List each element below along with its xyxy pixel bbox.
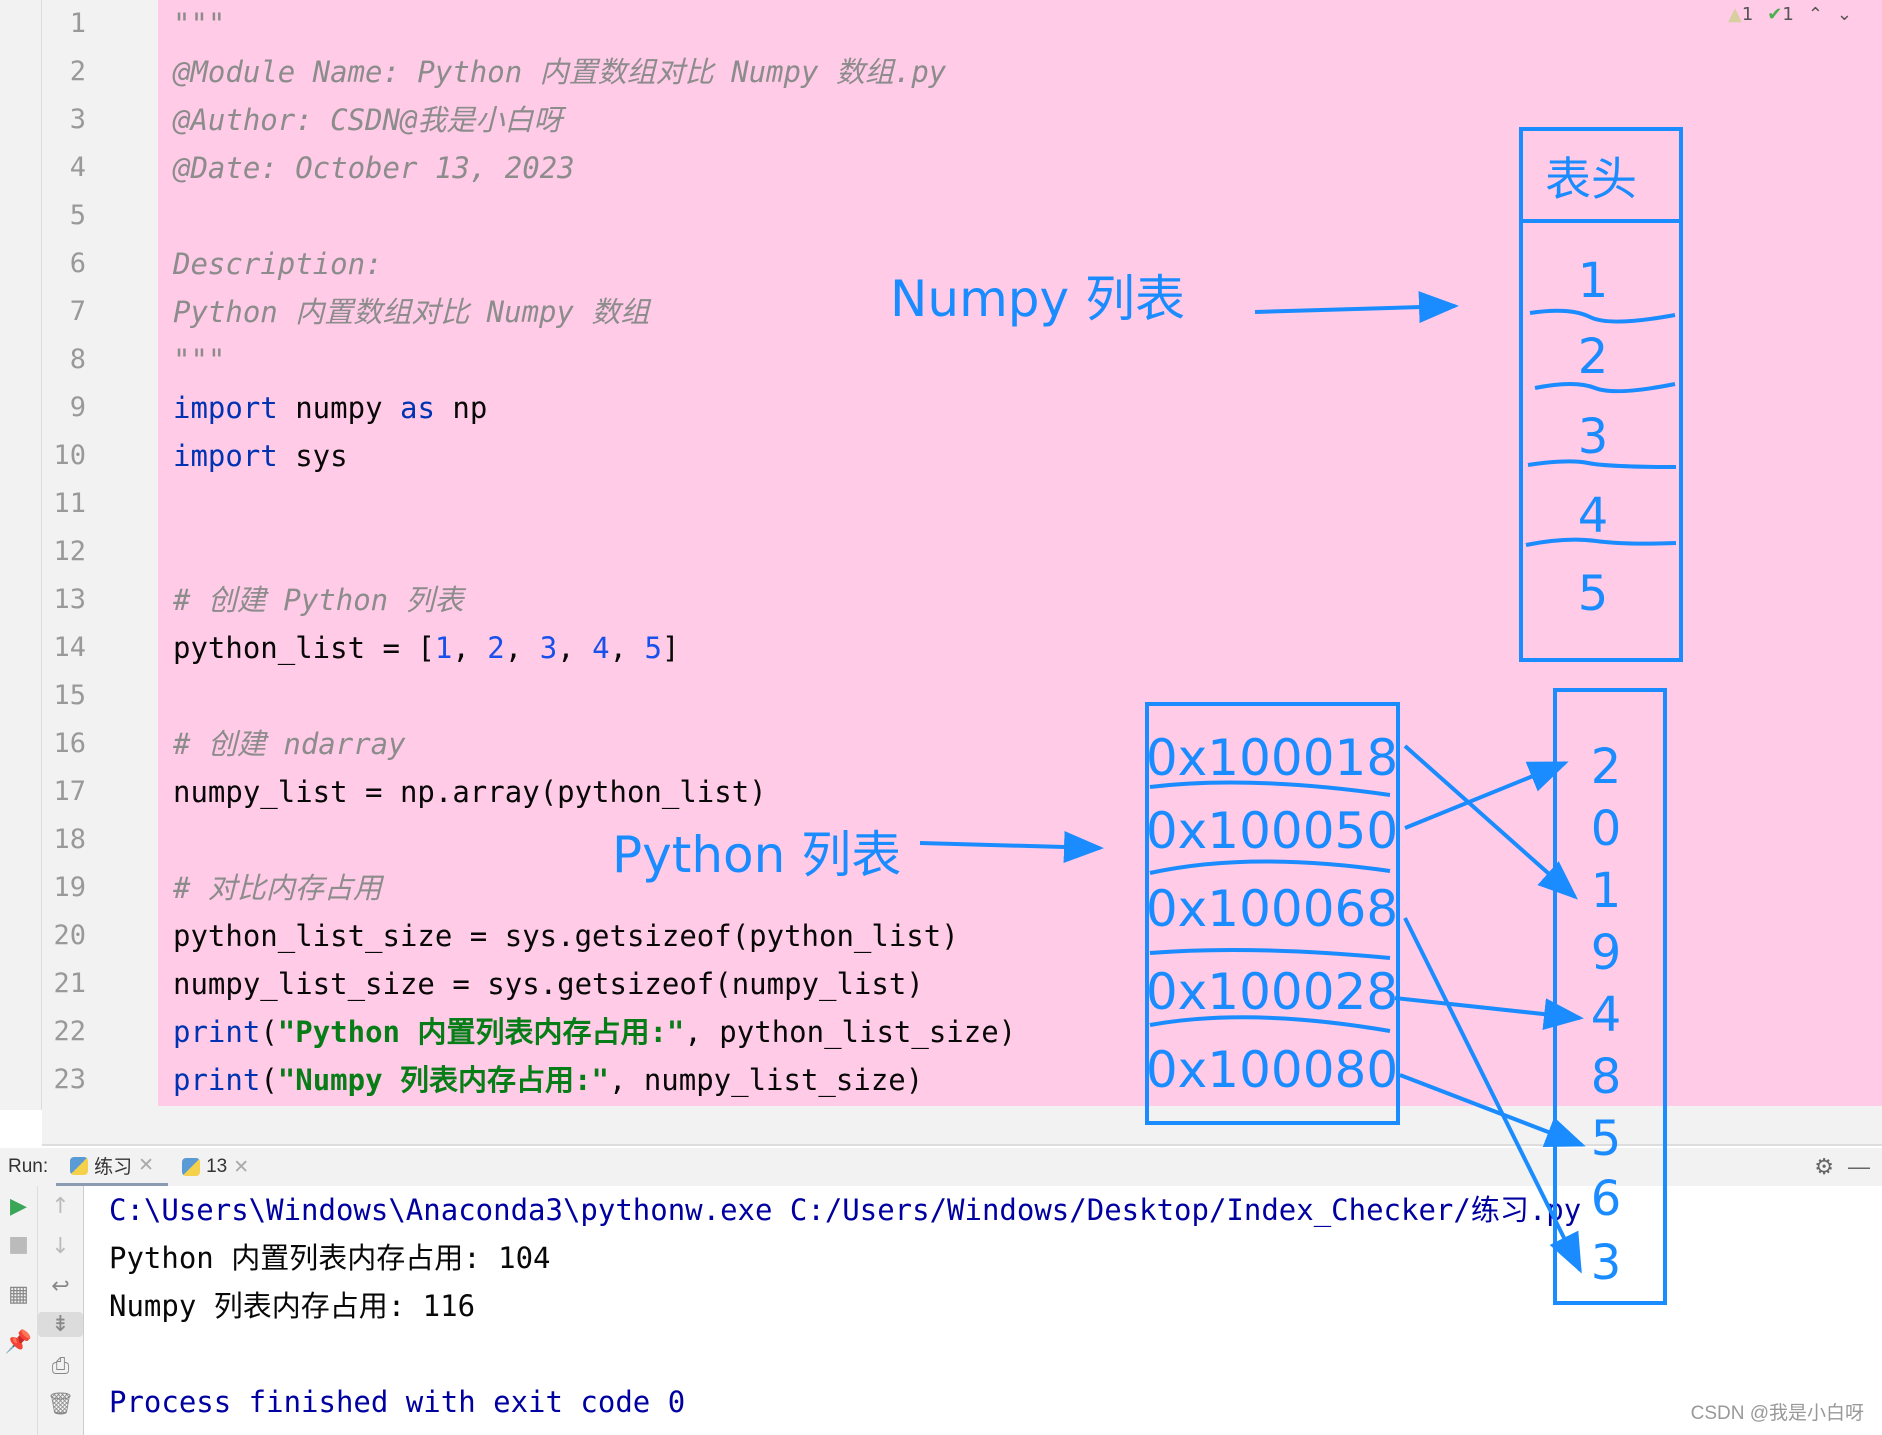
numpy-value: 2 [1578,329,1609,385]
memory-value: 5 [1591,1111,1622,1167]
header-label: 表头 [1545,152,1637,206]
divider [1534,382,1676,394]
divider [1149,947,1391,960]
address-label: 0x100050 [1146,802,1398,860]
memory-value: 0 [1591,801,1622,857]
divider [1529,308,1676,324]
pointer-arrow [1394,996,1584,1031]
divider [1149,859,1391,875]
memory-value: 8 [1591,1049,1622,1105]
python-arrow [919,831,1104,863]
memory-value: 6 [1591,1171,1622,1227]
address-label: 0x100028 [1146,963,1398,1021]
numpy-value: 1 [1578,253,1609,309]
numpy-value: 5 [1578,566,1609,622]
address-label: 0x100018 [1146,729,1398,787]
memory-value: 3 [1591,1235,1622,1291]
memory-value: 9 [1591,925,1622,981]
numpy-value: 4 [1578,488,1609,544]
numpy-arrow [1254,291,1459,324]
memory-value: 4 [1591,987,1622,1043]
annotation-overlay: Numpy 列表 Python 列表 表头 1 2 3 4 5 0x100018 0x100… [612,127,1683,1305]
memory-value: 2 [1591,739,1622,795]
numpy-value: 3 [1578,409,1609,465]
memory-value: 1 [1591,863,1622,919]
address-label: 0x100080 [1146,1041,1398,1099]
numpy-list-label: Numpy 列表 [890,270,1185,328]
address-label: 0x100068 [1146,880,1398,938]
python-list-label: Python 列表 [612,826,901,884]
